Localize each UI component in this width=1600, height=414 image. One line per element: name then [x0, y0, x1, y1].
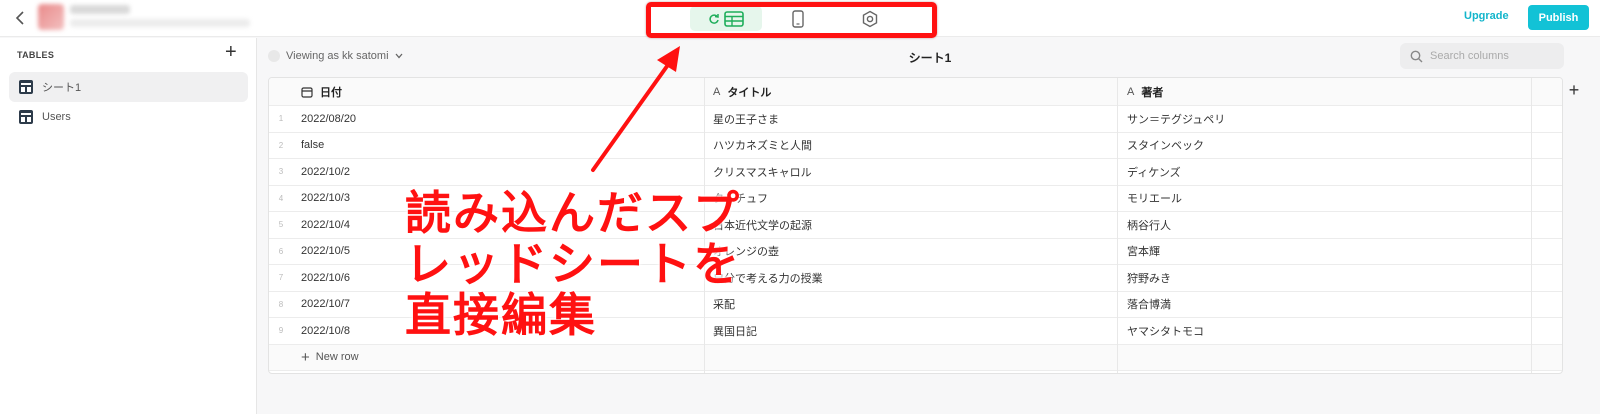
row-number: 5: [278, 220, 284, 230]
row-number: 9: [278, 326, 284, 336]
search-columns-input[interactable]: Search columns: [1400, 43, 1564, 69]
title-cell[interactable]: 星の王子さま: [713, 106, 779, 132]
plus-icon: +: [301, 348, 310, 366]
sidebar-item-label: Users: [42, 111, 71, 123]
sidebar-item-users[interactable]: Users: [9, 102, 248, 132]
annotation-text: 読み込んだスプ レッドシートを 直接編集: [405, 188, 741, 341]
sidebar-item-label: シート1: [42, 82, 82, 94]
text-icon: A: [713, 85, 721, 98]
author-cell[interactable]: 狩野みき: [1127, 265, 1171, 291]
calendar-icon: [301, 86, 313, 98]
date-cell[interactable]: 2022/08/20: [301, 106, 356, 132]
title-cell[interactable]: クリスマスキャロル: [713, 159, 812, 185]
date-cell[interactable]: 2022/10/7: [301, 292, 350, 318]
app-icon: [38, 4, 64, 30]
annotation-line: 直接編集: [405, 288, 597, 342]
column-header-label: タイトル: [727, 86, 772, 99]
date-cell[interactable]: 2022/10/2: [301, 159, 350, 185]
date-cell[interactable]: 2022/10/5: [301, 239, 350, 265]
author-cell[interactable]: スタインベック: [1127, 133, 1204, 159]
author-cell[interactable]: ヤマシタトモコ: [1127, 318, 1204, 344]
add-table-icon[interactable]: +: [225, 42, 237, 62]
sheet-title: シート1: [908, 51, 952, 65]
author-cell[interactable]: サン＝テグジュペリ: [1127, 106, 1225, 132]
row-number: 2: [278, 140, 284, 150]
publish-button[interactable]: Publish: [1528, 5, 1589, 30]
title-cell[interactable]: ハツカネズミと人間: [713, 133, 812, 159]
sidebar-item-sheet1[interactable]: シート1: [9, 72, 248, 102]
add-column-icon[interactable]: +: [1564, 80, 1584, 101]
highlight-box: [646, 2, 937, 38]
app-name-blurred: [70, 5, 130, 14]
back-icon[interactable]: [12, 9, 30, 27]
new-row[interactable]: + New row: [269, 344, 1562, 371]
date-cell[interactable]: 2022/10/3: [301, 186, 350, 212]
text-icon: A: [1127, 85, 1135, 98]
author-cell[interactable]: 落合博満: [1127, 292, 1171, 318]
app-subtitle-blurred: [70, 19, 250, 27]
search-placeholder: Search columns: [1430, 50, 1509, 62]
viewing-as-dropdown[interactable]: Viewing as kk satomi: [268, 50, 403, 62]
user-avatar: [268, 50, 280, 62]
date-cell[interactable]: 2022/10/6: [301, 265, 350, 291]
table-sheet-icon: [19, 80, 33, 94]
date-cell[interactable]: 2022/10/8: [301, 318, 350, 344]
row-number: 4: [278, 193, 284, 203]
author-cell[interactable]: 柄谷行人: [1127, 212, 1171, 238]
sidebar: TABLES + シート1 Users: [0, 38, 257, 414]
table-row[interactable]: 3 2022/10/2 クリスマスキャロル ディケンズ: [269, 159, 1562, 186]
viewing-as-label: Viewing as kk satomi: [286, 50, 389, 62]
chevron-down-icon: [395, 53, 403, 59]
new-row-label: New row: [315, 351, 359, 364]
date-cell[interactable]: false: [301, 133, 324, 159]
table-row[interactable]: 2 false ハツカネズミと人間 スタインベック: [269, 133, 1562, 159]
date-cell[interactable]: 2022/10/4: [301, 212, 350, 238]
upgrade-link[interactable]: Upgrade: [1464, 10, 1509, 22]
annotation-line: 読み込んだスプ: [405, 186, 741, 240]
column-header-label: 日付: [320, 86, 342, 99]
row-number: 8: [278, 299, 284, 309]
author-cell[interactable]: ディケンズ: [1127, 159, 1181, 185]
table-sheet-icon: [19, 110, 33, 124]
row-number: 6: [278, 246, 284, 256]
annotation-line: レッドシートを: [405, 237, 741, 291]
header-row: 日付 A タイトル A 著者: [269, 78, 1562, 106]
row-number: 3: [278, 167, 284, 177]
search-icon: [1410, 50, 1423, 62]
row-number: 7: [278, 273, 284, 283]
table-row[interactable]: 1 2022/08/20 星の王子さま サン＝テグジュペリ: [269, 106, 1562, 133]
top-bar: Upgrade Publish: [0, 0, 1600, 38]
author-cell[interactable]: モリエール: [1127, 186, 1182, 212]
author-cell[interactable]: 宮本輝: [1127, 239, 1160, 265]
new-row-button[interactable]: + New row: [301, 345, 359, 371]
column-header-author[interactable]: A 著者: [1127, 78, 1163, 105]
row-number: 1: [278, 114, 284, 124]
column-header-title[interactable]: A タイトル: [713, 78, 771, 105]
column-header-label: 著者: [1141, 86, 1164, 99]
tables-header: TABLES: [17, 50, 55, 60]
column-header-date[interactable]: 日付: [301, 78, 342, 105]
